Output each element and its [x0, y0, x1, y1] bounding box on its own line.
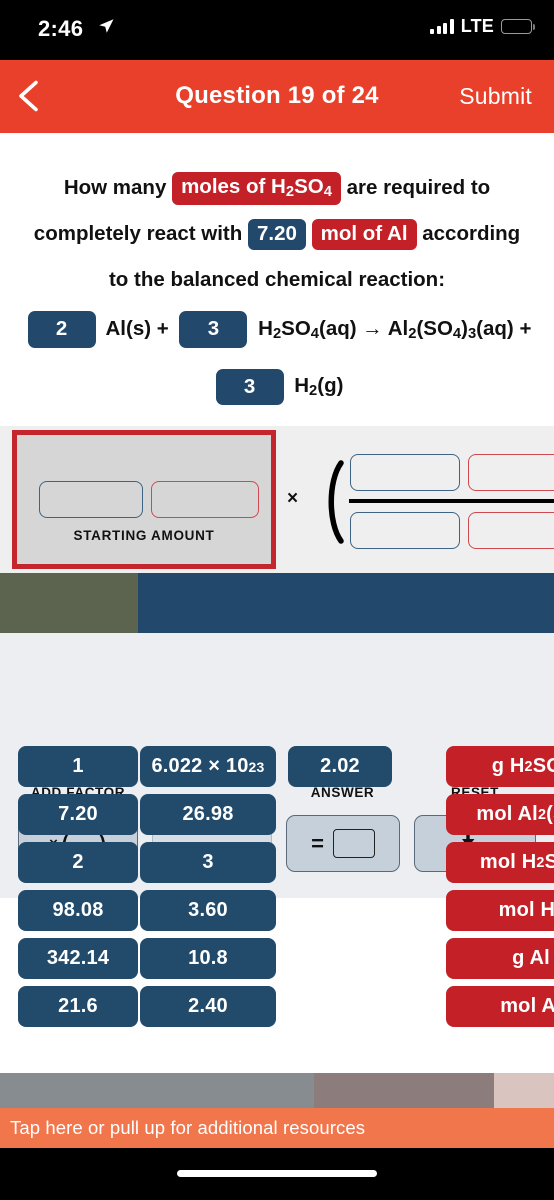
question-text: How many moles of H2SO4 are required to … — [0, 133, 554, 303]
status-bar: 2:46 LTE — [0, 0, 554, 60]
submit-button[interactable]: Submit — [459, 83, 532, 110]
additional-resources-bar[interactable]: Tap here or pull up for additional resou… — [0, 1108, 554, 1148]
battery-low-power-icon — [501, 19, 535, 34]
tile-c1-3[interactable]: 98.08 — [18, 890, 138, 931]
left-parenthesis-icon — [328, 460, 344, 544]
strip-seg-gray — [0, 1073, 314, 1108]
strip-seg-pink — [494, 1073, 554, 1108]
tile-unit-5[interactable]: mol Al — [446, 986, 554, 1027]
slot-denominator-value[interactable] — [350, 512, 460, 549]
location-arrow-icon — [99, 19, 114, 33]
slot-start-value[interactable] — [39, 481, 143, 518]
cellular-signal-icon — [430, 19, 454, 34]
strip-seg-mauve — [314, 1073, 494, 1108]
home-indicator[interactable] — [177, 1170, 377, 1177]
question-line2-pre: completely react with — [33, 222, 243, 245]
tile-c2-3[interactable]: 3.60 — [140, 890, 276, 931]
reactant-al: Al(s) + — [105, 317, 169, 340]
tile-c1-2[interactable]: 2 — [18, 842, 138, 883]
tile-c1-5[interactable]: 21.6 — [18, 986, 138, 1027]
network-type-label: LTE — [460, 16, 494, 36]
status-right-cluster: LTE — [430, 16, 535, 37]
slot-denominator-unit[interactable] — [468, 512, 554, 549]
slot-numerator-unit[interactable] — [468, 454, 554, 491]
question-line1-pre: How many — [63, 176, 167, 199]
tile-unit-4[interactable]: g Al — [446, 938, 554, 979]
tile-c1-1[interactable]: 7.20 — [18, 794, 138, 835]
work-area: STARTING AMOUNT × — [0, 426, 554, 573]
work-area-scroll-strip[interactable] — [0, 573, 554, 633]
tile-grid: 1 7.20 2 98.08 342.14 21.6 6.022 × 10 23 … — [0, 746, 554, 1036]
slot-numerator-value[interactable] — [350, 454, 460, 491]
slot-start-unit[interactable] — [151, 481, 259, 518]
chip-moles-h2so4: moles of H2SO4 — [172, 171, 341, 206]
question-content: How many moles of H2SO4 are required to … — [0, 133, 554, 1073]
coefficient-h2: 3 — [215, 368, 284, 406]
tile-unit-2[interactable]: mol H2SO4 — [446, 842, 554, 883]
tile-unit-3[interactable]: mol H2 — [446, 890, 554, 931]
nav-bar: Question 19 of 24 Submit — [0, 60, 554, 133]
balanced-equation-line2: 3 H2(g) — [0, 360, 554, 417]
tile-c2-0[interactable]: 6.022 × 10 23 — [140, 746, 276, 787]
product-h2: H2(g) — [294, 374, 344, 400]
question-line2-post: according — [422, 222, 521, 245]
multiply-symbol: × — [287, 488, 299, 509]
resources-divider-strip — [0, 1073, 554, 1108]
starting-amount-label: STARTING AMOUNT — [73, 528, 215, 543]
conversion-factor-fraction — [347, 454, 554, 550]
coefficient-al: 2 — [27, 311, 96, 348]
strip-segment-blue — [138, 573, 554, 633]
tile-c3-0[interactable]: 2.02 — [288, 746, 392, 787]
status-time: 2:46 — [38, 16, 84, 41]
tile-c2-4[interactable]: 10.8 — [140, 938, 276, 979]
chip-given-value: 7.20 — [247, 219, 306, 250]
phone-screen: 2:46 LTE Question 19 of 24 Submit How ma… — [0, 0, 554, 1200]
additional-resources-label: Tap here or pull up for additional resou… — [10, 1117, 366, 1138]
reactant-h2so4: H2SO4(aq) → Al2(SO4)3(aq) + — [258, 317, 532, 343]
fraction-bar — [349, 499, 554, 503]
balanced-equation-line1: 2 Al(s) + 3 H2SO4(aq) → Al2(SO4)3(aq) + — [0, 303, 554, 360]
tile-c2-5[interactable]: 2.40 — [140, 986, 276, 1027]
starting-amount-box[interactable]: STARTING AMOUNT — [12, 430, 276, 569]
tile-c1-0[interactable]: 1 — [18, 746, 138, 787]
chip-mol-of-al: mol of Al — [311, 219, 417, 250]
tile-c1-4[interactable]: 342.14 — [18, 938, 138, 979]
coefficient-h2so4: 3 — [179, 311, 248, 348]
home-indicator-area — [0, 1148, 554, 1200]
question-line3: to the balanced chemical reaction: — [108, 268, 446, 291]
tile-unit-0[interactable]: g H2SO4 — [446, 746, 554, 787]
tile-c2-1[interactable]: 26.98 — [140, 794, 276, 835]
strip-segment-olive — [0, 573, 138, 633]
question-line1-post: are required to — [346, 176, 491, 199]
tile-unit-1[interactable]: mol Al2(SO4)3 — [446, 794, 554, 835]
tile-c2-2[interactable]: 3 — [140, 842, 276, 883]
